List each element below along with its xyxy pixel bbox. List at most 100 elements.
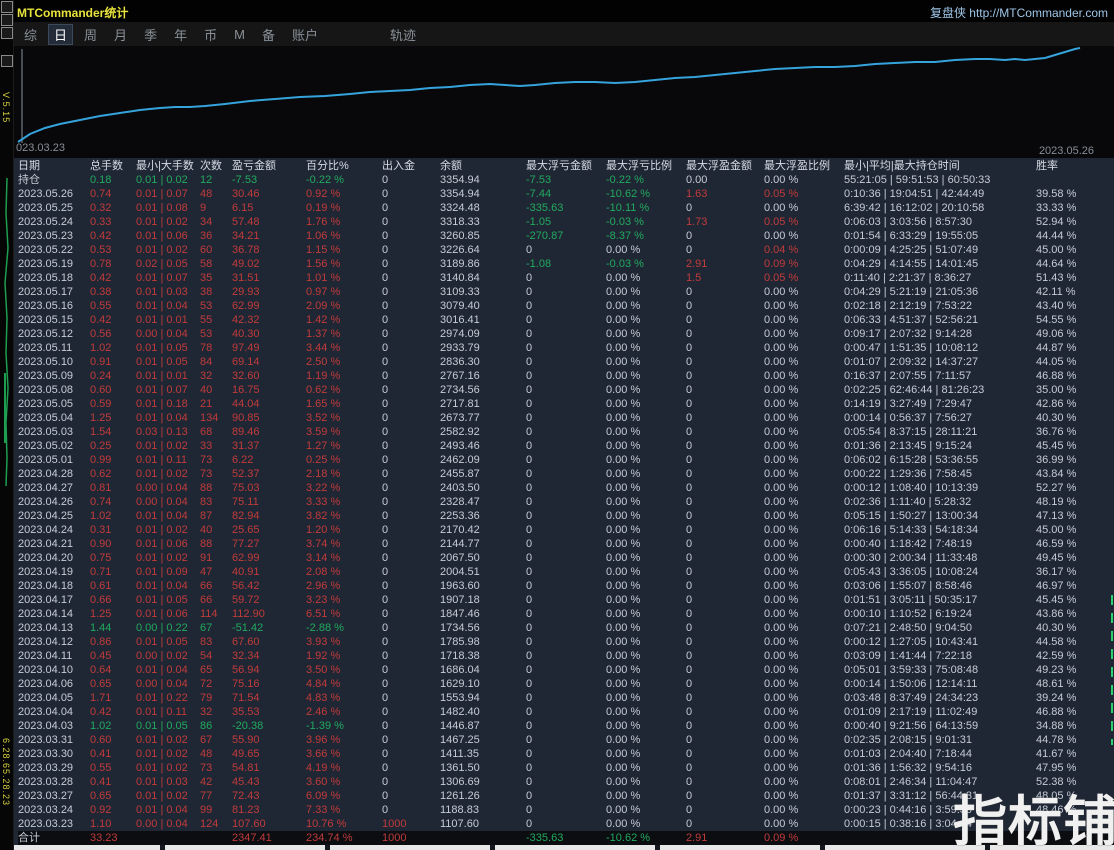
table-row[interactable]: 2023.04.19 0.71 0.01 | 0.09 47 40.91 2.08 % 0 2… — [18, 565, 1114, 579]
cell-最大浮亏金额: 0 — [526, 608, 533, 620]
rail-window-icon[interactable] — [1, 1, 13, 13]
column-header[interactable]: 余额 — [440, 158, 526, 173]
column-header[interactable]: 最小|平均|最大持仓时间 — [844, 158, 1036, 173]
column-header[interactable]: 最大浮亏金额 — [526, 158, 606, 173]
cell-最小|大手数: 0.01 | 0.02 — [136, 440, 188, 452]
column-header[interactable]: 总手数 — [90, 158, 136, 173]
table-row[interactable]: 2023.04.05 1.71 0.01 | 0.22 79 71.54 4.83 % 0 1… — [18, 691, 1114, 705]
table-row[interactable]: 2023.04.06 0.65 0.00 | 0.04 72 75.16 4.84 % 0 1… — [18, 677, 1114, 691]
cell-盈亏金额: 69.14 — [232, 356, 260, 368]
table-row[interactable]: 2023.04.17 0.66 0.01 | 0.05 66 59.72 3.23 % 0 1… — [18, 593, 1114, 607]
column-header[interactable]: 出入金 — [382, 158, 440, 173]
table-row[interactable]: 2023.04.11 0.45 0.00 | 0.02 54 32.34 1.92 % 0 1… — [18, 649, 1114, 663]
column-header[interactable]: 最大浮盈比例 — [764, 158, 844, 173]
table-row[interactable]: 2023.05.09 0.24 0.01 | 0.01 32 32.60 1.19 % 0 2… — [18, 369, 1114, 383]
cell-盈亏金额: 72.43 — [232, 790, 260, 802]
table-row[interactable]: 2023.04.14 1.25 0.01 | 0.06 114 112.90 6.51 %… — [18, 607, 1114, 621]
menu-item-周[interactable]: 周 — [78, 24, 103, 45]
menu-item-日[interactable]: 日 — [48, 23, 74, 45]
table-row[interactable]: 2023.03.31 0.60 0.01 | 0.02 67 55.90 3.96 % 0 1… — [18, 733, 1114, 747]
table-row[interactable]: 2023.05.26 0.74 0.01 | 0.07 48 30.46 0.92 % 0 3… — [18, 187, 1114, 201]
table-row[interactable]: 2023.04.04 0.42 0.01 | 0.11 32 35.53 2.46 % 0 1… — [18, 705, 1114, 719]
column-header[interactable]: 最大浮盈金额 — [686, 158, 764, 173]
column-header[interactable]: 最大浮亏比例 — [606, 158, 686, 173]
table-row[interactable]: 2023.05.02 0.25 0.01 | 0.02 33 31.37 1.27 % 0 2… — [18, 439, 1114, 453]
table-row[interactable]: 2023.05.24 0.33 0.01 | 0.02 34 57.48 1.76 % 0 3… — [18, 215, 1114, 229]
table-row[interactable]: 2023.05.15 0.42 0.01 | 0.01 55 42.32 1.42 % 0 3… — [18, 313, 1114, 327]
cell-最大浮亏金额: 0 — [526, 356, 533, 368]
cell-总手数: 0.18 — [90, 174, 112, 186]
table-row[interactable]: 2023.05.10 0.91 0.01 | 0.05 84 69.14 2.50 % 0 2… — [18, 355, 1114, 369]
table-row[interactable]: 2023.05.03 1.54 0.03 | 0.13 68 89.46 3.59 % 0 2… — [18, 425, 1114, 439]
rail-chart-icon[interactable] — [1, 14, 13, 26]
column-header[interactable]: 最小|大手数 — [136, 158, 200, 173]
table-row[interactable]: 2023.05.25 0.32 0.01 | 0.08 9 6.15 0.19 % 0 332… — [18, 201, 1114, 215]
column-header[interactable]: 盈亏金额 — [232, 158, 306, 173]
menu-item-轨迹[interactable]: 轨迹 — [384, 24, 422, 45]
table-row[interactable]: 2023.03.28 0.41 0.01 | 0.03 42 45.43 3.60 % 0 1… — [18, 775, 1114, 789]
table-row[interactable]: 2023.05.23 0.42 0.01 | 0.06 36 34.21 1.06 % 0 3… — [18, 229, 1114, 243]
total-row[interactable]: 合计 33.23 2347.41 234.74 % 1000 -335.63 -10.62 … — [18, 831, 1114, 845]
table-row[interactable]: 2023.05.16 0.55 0.01 | 0.04 53 62.99 2.09 % 0 3… — [18, 299, 1114, 313]
table-row[interactable]: 2023.05.22 0.53 0.01 | 0.02 60 36.78 1.15 % 0 3… — [18, 243, 1114, 257]
rail-list-icon[interactable] — [1, 27, 13, 39]
cell-次数: 66 — [200, 594, 213, 606]
menu-item-年[interactable]: 年 — [168, 24, 193, 45]
cell-出入金: 0 — [382, 720, 389, 732]
table-row[interactable]: 2023.05.01 0.99 0.01 | 0.11 73 6.22 0.25 % 0 24… — [18, 453, 1114, 467]
table-row[interactable]: 2023.04.18 0.61 0.01 | 0.04 66 56.42 2.96 % 0 1… — [18, 579, 1114, 593]
table-row[interactable]: 2023.05.04 1.25 0.01 | 0.04 134 90.85 3.52 % 0… — [18, 411, 1114, 425]
cell-日期: 2023.03.30 — [18, 748, 74, 760]
table-row[interactable]: 2023.04.20 0.75 0.01 | 0.02 91 62.99 3.14 % 0 2… — [18, 551, 1114, 565]
cell-最大浮盈比例: 0.00 % — [764, 384, 799, 396]
cell-百分比%: 3.52 % — [306, 412, 341, 424]
column-header[interactable]: 胜率 — [1036, 158, 1114, 173]
table-row[interactable]: 2023.04.26 0.74 0.00 | 0.04 83 75.11 3.33 % 0 2… — [18, 495, 1114, 509]
table-row[interactable]: 2023.04.03 1.02 0.01 | 0.05 86 -20.38 -1.39 %… — [18, 719, 1114, 733]
cell-最大浮亏金额: 0 — [526, 370, 533, 382]
table-row[interactable]: 2023.03.30 0.41 0.01 | 0.02 48 49.65 3.66 % 0 1… — [18, 747, 1114, 761]
table-row[interactable]: 2023.05.19 0.78 0.02 | 0.05 58 49.02 1.56 % 0 3… — [18, 257, 1114, 271]
menu-item-M[interactable]: M — [228, 26, 251, 43]
table-row[interactable]: 2023.05.17 0.38 0.01 | 0.03 38 29.93 0.97 % 0 3… — [18, 285, 1114, 299]
cell-出入金: 0 — [382, 216, 389, 228]
table-row[interactable]: 2023.05.11 1.02 0.01 | 0.05 78 97.49 3.44 % 0 2… — [18, 341, 1114, 355]
rail-settings-icon[interactable] — [1, 55, 13, 67]
column-header[interactable]: 百分比% — [306, 158, 382, 173]
cell-最大浮盈金额: 0 — [686, 314, 693, 326]
table-row[interactable]: 2023.03.24 0.92 0.01 | 0.04 99 81.23 7.33 % 0 1… — [18, 803, 1114, 817]
table-row[interactable]: 2023.04.10 0.64 0.01 | 0.04 65 56.94 3.50 % 0 1… — [18, 663, 1114, 677]
table-row[interactable]: 2023.04.28 0.62 0.01 | 0.02 73 52.37 2.18 % 0 2… — [18, 467, 1114, 481]
table-row[interactable]: 2023.04.25 1.02 0.01 | 0.04 87 82.94 3.82 % 0 2… — [18, 509, 1114, 523]
table-row[interactable]: 2023.04.24 0.31 0.01 | 0.02 40 25.65 1.20 % 0 2… — [18, 523, 1114, 537]
menu-item-账户[interactable]: 账户 — [286, 24, 324, 45]
menu-item-综[interactable]: 综 — [18, 24, 43, 45]
table-row[interactable]: 2023.04.27 0.81 0.00 | 0.04 88 75.03 3.22 % 0 2… — [18, 481, 1114, 495]
table-row[interactable]: 2023.04.13 1.44 0.00 | 0.22 67 -51.42 -2.88 %… — [18, 621, 1114, 635]
table-row[interactable]: 2023.05.08 0.60 0.01 | 0.07 40 16.75 0.62 % 0 2… — [18, 383, 1114, 397]
cell-余额 — [440, 831, 526, 845]
menu-item-月[interactable]: 月 — [108, 24, 133, 45]
cell-次数 — [200, 831, 232, 845]
cell-最小|大手数: 0.01 | 0.02 — [136, 216, 188, 228]
table-row[interactable]: 2023.03.29 0.55 0.01 | 0.02 73 54.81 4.19 % 0 1… — [18, 761, 1114, 775]
menu-item-备[interactable]: 备 — [256, 24, 281, 45]
table-row[interactable]: 2023.05.05 0.59 0.01 | 0.18 21 44.04 1.65 % 0 2… — [18, 397, 1114, 411]
cell-最大浮亏比例: 0.00 % — [606, 552, 641, 564]
open-position-row[interactable]: 持仓 0.18 0.01 | 0.02 12 -7.53 -0.22 % 0 3354.94 -… — [18, 173, 1114, 187]
column-header[interactable]: 日期 — [18, 158, 90, 173]
table-row[interactable]: 2023.03.27 0.65 0.01 | 0.02 77 72.43 6.09 % 0 1… — [18, 789, 1114, 803]
table-row[interactable]: 2023.04.21 0.90 0.01 | 0.06 88 77.27 3.74 % 0 2… — [18, 537, 1114, 551]
table-row[interactable]: 2023.05.18 0.42 0.01 | 0.07 35 31.51 1.01 % 0 3… — [18, 271, 1114, 285]
cell-最小|平均|最大持仓时间: 0:06:03 | 3:03:56 | 8:57:30 — [844, 216, 973, 228]
table-row[interactable]: 2023.03.23 1.10 0.00 | 0.04 124 107.60 10.76 … — [18, 817, 1114, 831]
table-row[interactable]: 2023.05.12 0.56 0.00 | 0.04 53 40.30 1.37 % 0 2… — [18, 327, 1114, 341]
column-header[interactable]: 次数 — [200, 158, 232, 173]
cell-最大浮盈比例: 0.00 % — [764, 202, 799, 214]
menu-item-币[interactable]: 币 — [198, 24, 223, 45]
menu-item-季[interactable]: 季 — [138, 24, 163, 45]
table-row[interactable]: 2023.04.12 0.86 0.01 | 0.05 83 67.60 3.93 % 0 1… — [18, 635, 1114, 649]
brand-link[interactable]: 复盘侠 http://MTCommander.com — [930, 4, 1108, 21]
cell-盈亏金额: -7.53 — [232, 174, 258, 186]
cell-最大浮亏金额: 0 — [526, 552, 533, 564]
